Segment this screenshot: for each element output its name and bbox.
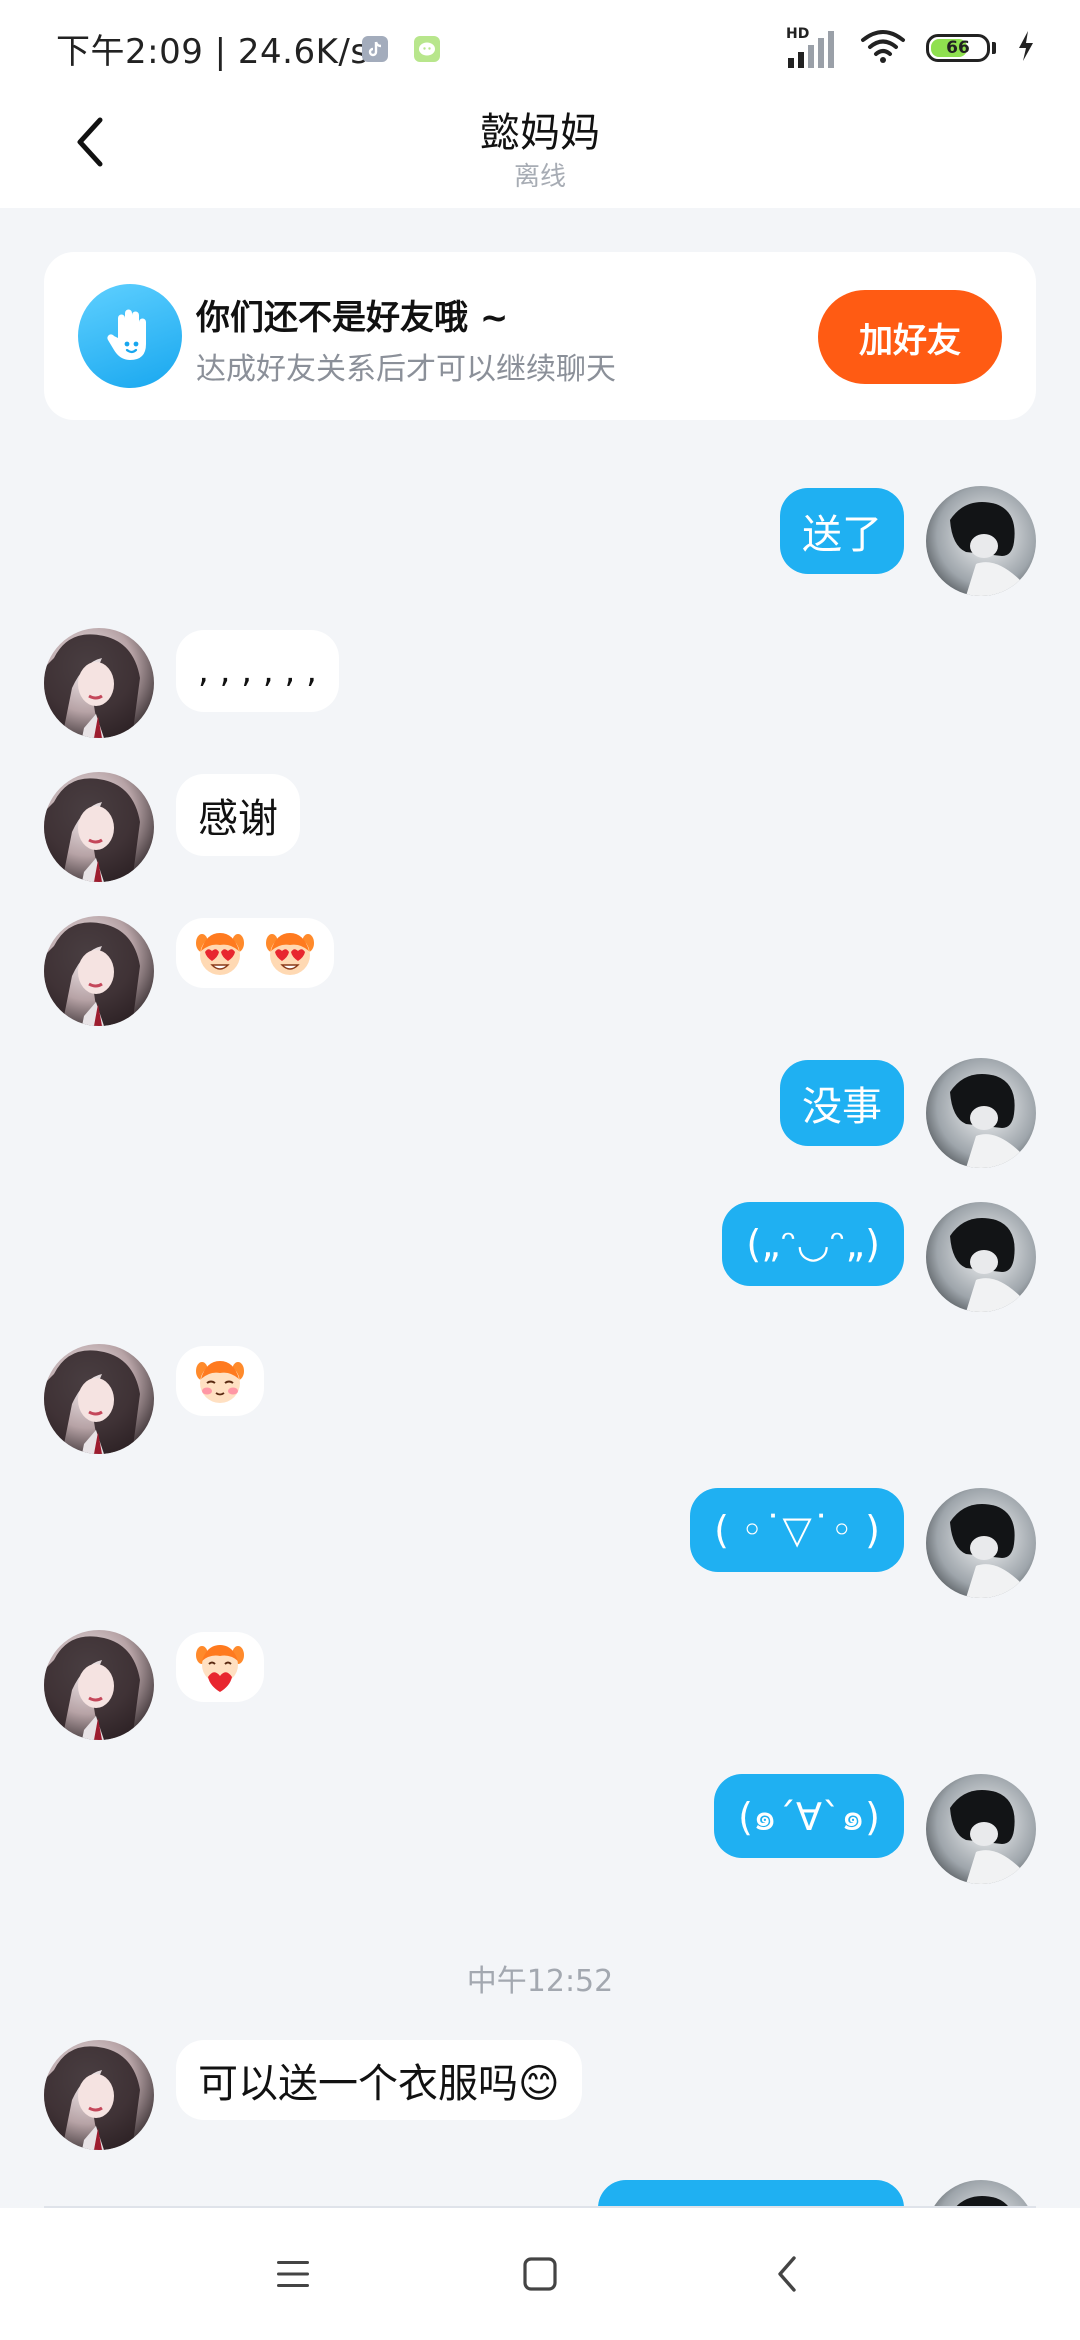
message-bubble-partial[interactable] [598, 2180, 904, 2208]
message-bubble[interactable] [176, 1346, 264, 1416]
message-row [0, 1630, 1080, 1740]
banner-subtitle: 达成好友关系后才可以继续聊天 [196, 352, 616, 387]
message-bubble[interactable]: (๑´∀`๑) [714, 1774, 904, 1858]
message-row: ( ◦˙▽˙◦ ) [0, 1488, 1080, 1598]
message-row-partial [0, 2180, 1080, 2208]
system-nav-bar [0, 2208, 1080, 2340]
message-bubble[interactable]: („ᵔ◡ᵔ„) [722, 1202, 904, 1286]
avatar-self[interactable] [926, 1202, 1036, 1312]
avatar-self[interactable] [926, 1774, 1036, 1884]
douyin-app-icon [362, 36, 388, 62]
signal-icon: HD [786, 26, 840, 70]
charging-icon [1016, 29, 1036, 67]
heart-eyes-emoji [192, 925, 248, 981]
message-bubble[interactable]: 感谢 [176, 774, 300, 856]
chat-header: 懿妈妈 离线 [0, 92, 1080, 208]
message-bubble[interactable]: ( ◦˙▽˙◦ ) [690, 1488, 904, 1572]
battery-level: 66 [946, 38, 970, 58]
contact-name: 懿妈妈 [480, 110, 600, 156]
status-bar: 下午2:09 | 24.6K/s HD 66 [0, 0, 1080, 92]
avatar-other[interactable] [44, 628, 154, 738]
message-bubble[interactable]: 送了 [780, 488, 904, 574]
message-bubble[interactable]: , , , , , , [176, 630, 339, 712]
message-row [0, 1344, 1080, 1454]
avatar-other[interactable] [44, 772, 154, 882]
avatar-other[interactable] [44, 916, 154, 1026]
battery-icon: 66 [926, 34, 996, 62]
avatar-self[interactable] [926, 1058, 1036, 1168]
message-row: , , , , , , [0, 628, 1080, 738]
add-friend-button[interactable]: 加好友 [818, 290, 1002, 384]
wifi-icon [860, 28, 906, 68]
contact-status: 离线 [513, 162, 566, 192]
avatar-other[interactable] [44, 1630, 154, 1740]
waving-hand-icon [78, 284, 182, 388]
avatar-other[interactable] [44, 2040, 154, 2150]
avatar-self[interactable] [926, 486, 1036, 596]
back-icon [777, 2256, 796, 2292]
blushing-face-emoji [192, 1353, 248, 1409]
message-row: („ᵔ◡ᵔ„) [0, 1202, 1080, 1312]
message-row: (๑´∀`๑) [0, 1774, 1080, 1884]
message-bubble[interactable]: 可以送一个衣服吗😊 [176, 2040, 582, 2120]
message-bubble[interactable]: 没事 [780, 1060, 904, 1146]
heart-hug-emoji [192, 1639, 248, 1695]
time-divider: 中午12:52 [466, 1964, 614, 1999]
friend-request-banner: 你们还不是好友哦 ~ 达成好友关系后才可以继续聊天 加好友 [44, 252, 1036, 420]
status-indicators: HD 66 [786, 26, 1036, 70]
message-bubble[interactable] [176, 1632, 264, 1702]
message-row: 没事 [0, 1058, 1080, 1168]
menu-button[interactable] [253, 2234, 333, 2314]
status-time: 下午2:09 | 24.6K/s [56, 32, 369, 72]
home-icon [523, 2257, 557, 2291]
heart-eyes-emoji [262, 925, 318, 981]
home-button[interactable] [500, 2234, 580, 2314]
menu-icon [277, 2261, 310, 2287]
avatar-other[interactable] [44, 1344, 154, 1454]
nav-back-button[interactable] [747, 2234, 827, 2314]
wechat-app-icon [414, 36, 440, 62]
message-row [0, 916, 1080, 1026]
message-bubble[interactable] [176, 918, 334, 988]
avatar-self[interactable] [926, 1488, 1036, 1598]
avatar-self[interactable] [926, 2180, 1036, 2208]
message-row: 感谢 [0, 772, 1080, 882]
message-row: 送了 [0, 486, 1080, 596]
banner-title: 你们还不是好友哦 ~ [196, 298, 509, 338]
message-row: 可以送一个衣服吗😊 [0, 2040, 1080, 2150]
